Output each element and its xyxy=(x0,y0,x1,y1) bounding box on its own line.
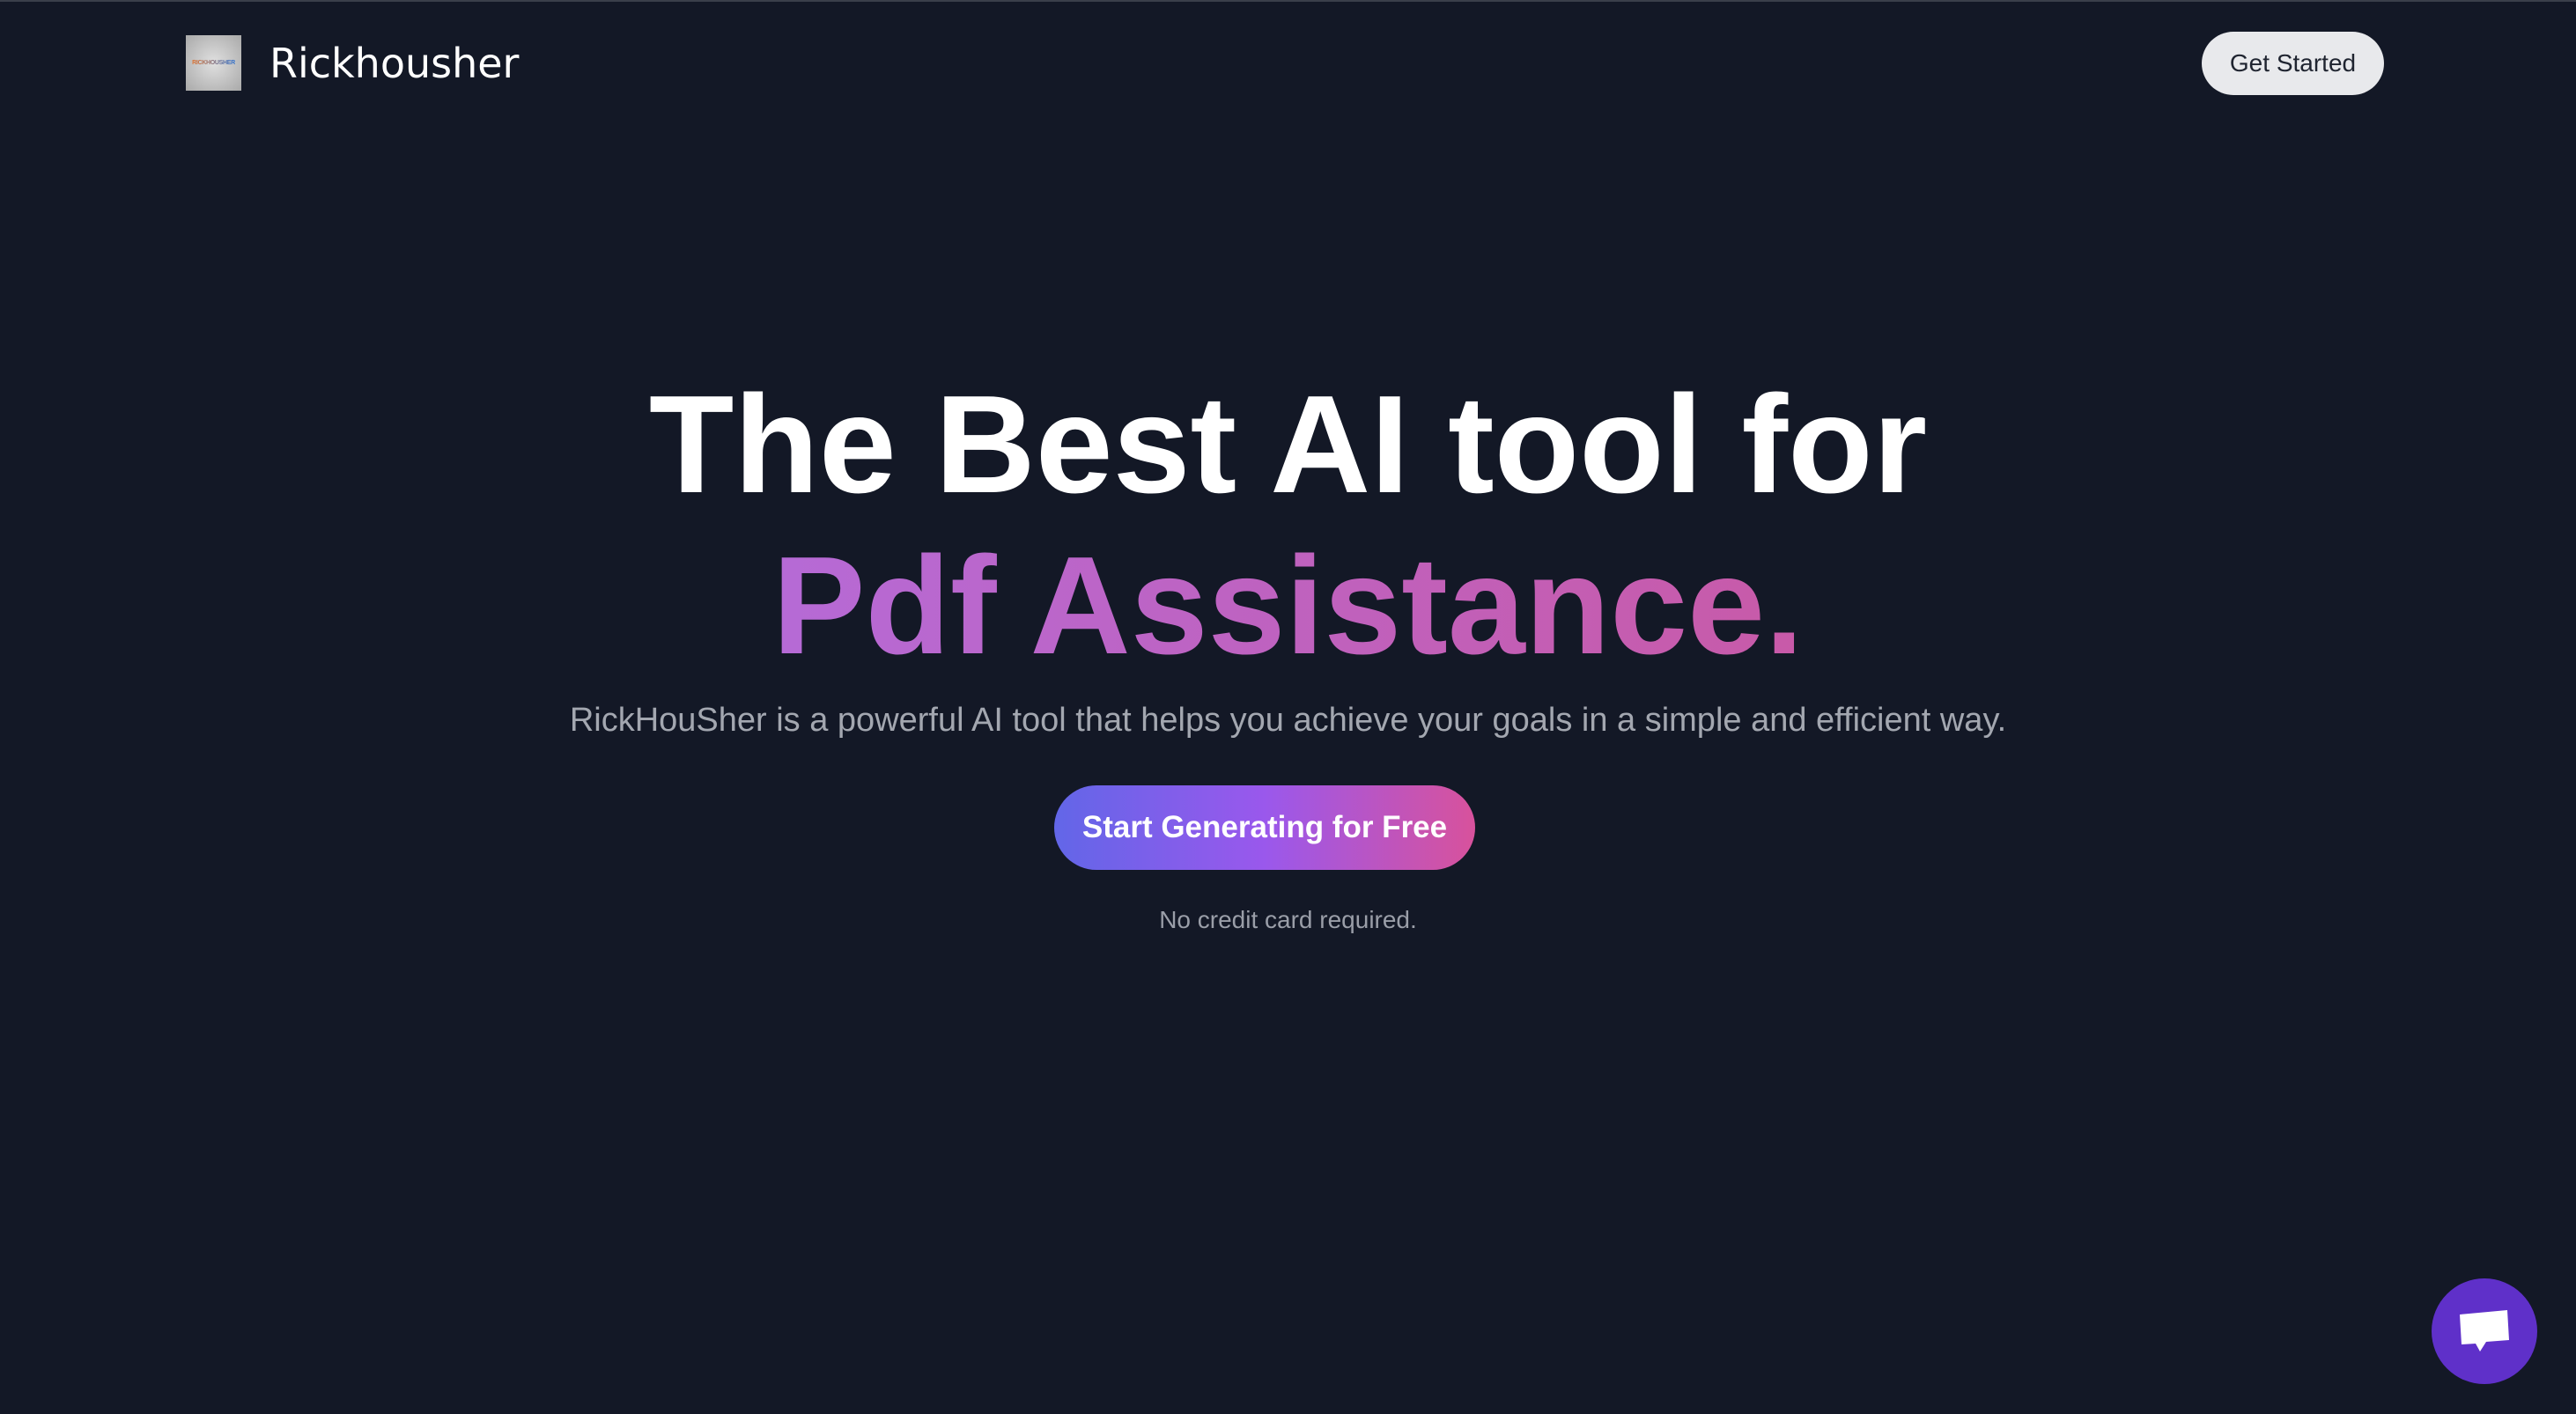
logo[interactable]: RICKHOUSHER xyxy=(186,35,241,91)
hero-subtitle: RickHouSher is a powerful AI tool that h… xyxy=(569,702,2007,739)
get-started-button[interactable]: Get Started xyxy=(2202,32,2384,95)
hero-title-line2: Pdf Assistance. xyxy=(0,526,2576,687)
logo-text: RICKHOUSHER xyxy=(192,60,235,66)
chat-bubble-icon xyxy=(2460,1310,2509,1351)
brand-name[interactable]: Rickhousher xyxy=(269,33,519,93)
no-credit-card-note: No credit card required. xyxy=(1159,906,1417,933)
start-generating-button[interactable]: Start Generating for Free xyxy=(1054,785,1475,870)
hero-title-line1: The Best AI tool for xyxy=(648,367,1928,522)
chat-button[interactable] xyxy=(2432,1278,2537,1384)
hero-title-highlight: Pdf Assistance. xyxy=(772,528,1804,683)
